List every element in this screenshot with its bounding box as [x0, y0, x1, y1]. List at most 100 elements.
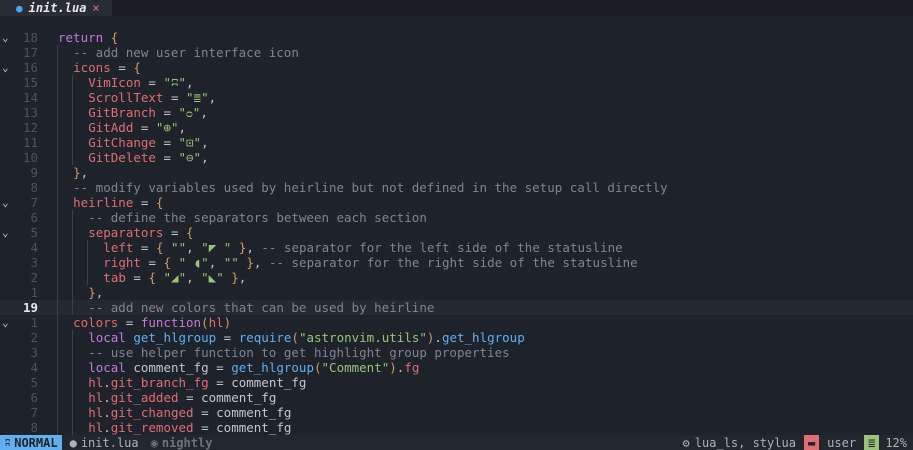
token: icons	[73, 60, 111, 75]
token: hl	[88, 420, 104, 435]
code-line[interactable]: 9},	[0, 165, 913, 180]
token: =	[140, 75, 164, 90]
code-line[interactable]: ⌄ 16 icons = {	[0, 60, 913, 75]
fold-chevron-icon[interactable]: ⌄	[2, 60, 14, 75]
indent-guide	[57, 225, 58, 240]
indent-guide	[57, 180, 58, 195]
token: -- add new user interface icon	[73, 45, 299, 60]
indent-guide	[72, 285, 74, 300]
indent-guide	[72, 360, 74, 375]
line-number: 1	[30, 315, 38, 330]
code-line[interactable]: 3 right = { " ◖", "" }, -- separator for …	[0, 255, 913, 270]
code-line[interactable]: 17 -- add new user interface icon	[0, 45, 913, 60]
code-line[interactable]: ⌄ 7 heirline = {	[0, 195, 913, 210]
code-line[interactable]: 2 local get_hlgroup = require("astronvim.…	[0, 330, 913, 345]
line-number: 8	[30, 180, 38, 195]
token: git_branch_fg	[110, 375, 209, 390]
token: }	[231, 270, 239, 285]
indent-guide	[72, 345, 74, 360]
indent-guide	[57, 165, 58, 180]
token: }	[246, 255, 254, 270]
code-text: -- define the separators between each se…	[88, 210, 427, 225]
code-line[interactable]: 2 tab = { "◢", "◣" },	[0, 270, 913, 285]
code-line[interactable]: 19 -- add new colors that can be used by …	[0, 300, 913, 315]
code-text: hl.git_removed = comment_fg	[88, 420, 291, 435]
code-text: local get_hlgroup = require("astronvim.u…	[88, 330, 525, 345]
fold-chevron-icon[interactable]: ⌄	[2, 195, 14, 210]
mode-label: NORMAL	[14, 435, 58, 450]
code-line[interactable]: ⌄ 1 colors = function(hl)	[0, 315, 913, 330]
code-text: right = { " ◖", "" }, -- separator for t…	[103, 255, 637, 270]
token: ""	[171, 240, 187, 255]
tab-init-lua[interactable]: ● init.lua ×	[0, 0, 112, 16]
token: )	[389, 360, 397, 375]
token: =	[140, 255, 164, 270]
token: GitChange	[88, 135, 156, 150]
code-line[interactable]: 13 GitBranch = "ᴑ",	[0, 105, 913, 120]
token: =	[216, 330, 239, 345]
token: =	[155, 105, 179, 120]
token: .	[103, 390, 111, 405]
code-line[interactable]: 14 ScrollText = "≣",	[0, 90, 913, 105]
token: }	[88, 285, 96, 300]
line-number: 7	[30, 405, 38, 420]
line-number: 9	[30, 165, 38, 180]
indent-guide	[72, 270, 74, 285]
token: ""	[223, 255, 239, 270]
token: {	[148, 270, 156, 285]
indent-guide	[57, 210, 58, 225]
token: GitAdd	[88, 120, 134, 135]
token: VimIcon	[88, 75, 141, 90]
code-line[interactable]: 15 VimIcon = "ʭ",	[0, 75, 913, 90]
token: function	[140, 315, 202, 330]
tab-label: init.lua	[28, 1, 87, 15]
indent-guide	[72, 240, 74, 255]
token: =	[118, 315, 141, 330]
indent-guide	[57, 90, 58, 105]
token: colors	[73, 315, 119, 330]
code-line[interactable]: 3 -- use helper function to get highlight…	[0, 345, 913, 360]
code-line[interactable]: 8 hl.git_removed = comment_fg	[0, 420, 913, 435]
fold-chevron-icon[interactable]: ⌄	[2, 225, 14, 240]
token: {	[155, 195, 164, 210]
token: ,	[208, 255, 224, 270]
indent-guide	[72, 150, 74, 165]
token: = comment_fg	[208, 375, 307, 390]
fold-chevron-icon[interactable]: ⌄	[2, 30, 14, 45]
token: {	[186, 225, 194, 240]
code-line[interactable]: 4 left = { "", "◤ " }, -- separator for t…	[0, 240, 913, 255]
token: ,	[201, 150, 209, 165]
token: git_changed	[110, 405, 194, 420]
code-line[interactable]: 5 hl.git_branch_fg = comment_fg	[0, 375, 913, 390]
code-line[interactable]: 8 -- modify variables used by heirline bu…	[0, 180, 913, 195]
code-line[interactable]: ⌄ 18 return {	[0, 30, 913, 45]
fold-chevron-icon[interactable]: ⌄	[2, 315, 14, 330]
token: -- add new colors that can be used by he…	[88, 300, 435, 315]
indent-guide	[72, 135, 74, 150]
code-line[interactable]: 10 GitDelete = "⊖",	[0, 150, 913, 165]
code-line[interactable]: 6 -- define the separators between each s…	[0, 210, 913, 225]
token: .	[103, 375, 111, 390]
token: -- define the separators between each se…	[88, 210, 427, 225]
code-line[interactable]: 11 GitChange = "⊡",	[0, 135, 913, 150]
token: "ᴑ"	[178, 105, 201, 120]
token: =	[133, 120, 156, 135]
indent-guide	[72, 300, 74, 315]
token: "Comment"	[321, 360, 390, 375]
indent-guide	[87, 255, 89, 270]
code-line[interactable]: 1},	[0, 285, 913, 300]
editor-buffer[interactable]: ⌄ 18 return {17 -- add new user interface i…	[0, 30, 913, 435]
code-line[interactable]: 12 GitAdd = "⊕",	[0, 120, 913, 135]
token: " ◖"	[178, 255, 209, 270]
close-icon[interactable]: ×	[92, 1, 99, 15]
code-line[interactable]: ⌄ 5 separators = {	[0, 225, 913, 240]
token: ,	[95, 285, 104, 300]
indent-guide	[72, 420, 74, 435]
line-number: 16	[22, 60, 38, 75]
token: comment_fg =	[125, 360, 232, 375]
code-line[interactable]: 6 hl.git_added = comment_fg	[0, 390, 913, 405]
code-line[interactable]: 7 hl.git_changed = comment_fg	[0, 405, 913, 420]
lua-file-icon: ●	[69, 435, 77, 450]
indent-guide	[57, 405, 58, 420]
code-line[interactable]: 4 local comment_fg = get_hlgroup("Comment…	[0, 360, 913, 375]
